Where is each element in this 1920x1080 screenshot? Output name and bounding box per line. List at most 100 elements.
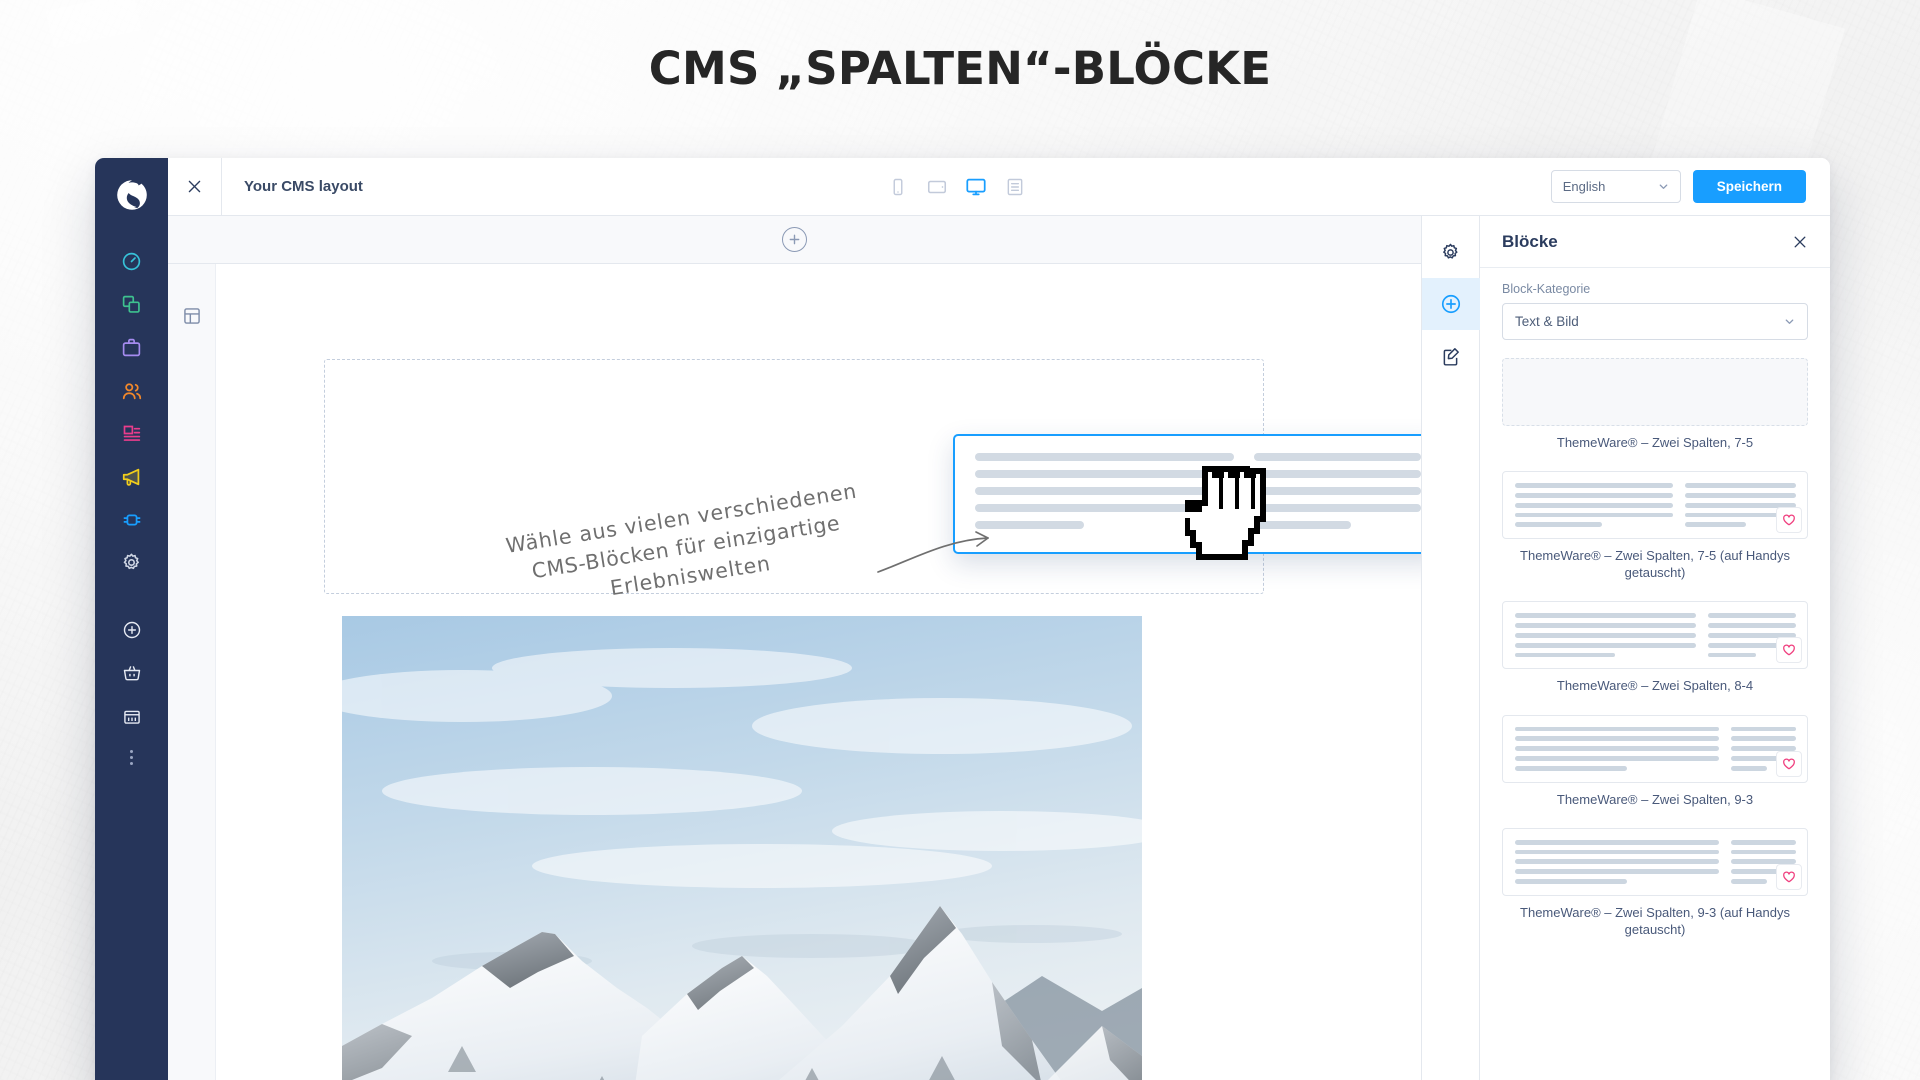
placeholder-line bbox=[1253, 487, 1421, 495]
placeholder-line bbox=[1253, 470, 1421, 478]
placeholder-line bbox=[1515, 849, 1720, 855]
canvas-add-section-strip bbox=[168, 216, 1421, 264]
preview-column-left bbox=[1515, 613, 1697, 658]
placeholder-line bbox=[1515, 859, 1720, 865]
block-preview[interactable] bbox=[1502, 714, 1808, 783]
placeholder-line bbox=[1515, 623, 1697, 629]
block-caption: ThemeWare® – Zwei Spalten, 7-5 bbox=[1556, 435, 1754, 450]
block-caption: ThemeWare® – Zwei Spalten, 7-5 (auf Hand… bbox=[1520, 548, 1790, 581]
placeholder-line bbox=[1515, 613, 1697, 619]
blocks-panel: Blöcke Block-Kategorie Text & Bild Theme… bbox=[1480, 216, 1830, 1080]
close-icon[interactable] bbox=[168, 158, 222, 216]
selected-two-column-block[interactable] bbox=[953, 434, 1421, 554]
layout-panel-icon[interactable] bbox=[182, 306, 202, 1080]
plus-circle-icon[interactable] bbox=[782, 227, 807, 252]
chevron-down-icon bbox=[1785, 319, 1794, 324]
preview-column-left bbox=[1515, 726, 1720, 771]
main-column: Your CMS layout English Speichern Wähle … bbox=[168, 158, 1830, 1080]
topbar-actions: English Speichern bbox=[1550, 170, 1830, 203]
placeholder-line bbox=[1515, 839, 1720, 845]
block-preview[interactable] bbox=[1502, 471, 1808, 540]
placeholder-line bbox=[1731, 839, 1796, 845]
favorite-heart-button[interactable] bbox=[1776, 750, 1802, 777]
sidebar-item-orders[interactable] bbox=[109, 326, 155, 369]
chevron-down-icon bbox=[1659, 184, 1668, 189]
placeholder-line bbox=[1708, 623, 1796, 629]
placeholder-line bbox=[1731, 849, 1796, 855]
placeholder-line bbox=[1515, 483, 1673, 488]
edit-layout-icon[interactable] bbox=[1422, 330, 1480, 382]
sidebar-item-dashboard[interactable] bbox=[109, 240, 155, 283]
settings-gear-icon[interactable] bbox=[1422, 226, 1480, 278]
placeholder-line bbox=[975, 521, 1084, 529]
sidebar-item-extensions[interactable] bbox=[109, 498, 155, 541]
sidebar-item-content[interactable] bbox=[109, 412, 155, 455]
block-caption: ThemeWare® – Zwei Spalten, 9-3 (auf Hand… bbox=[1520, 904, 1790, 937]
language-value: English bbox=[1562, 179, 1606, 194]
cms-layout-title: Your CMS layout bbox=[244, 178, 363, 195]
sidebar-action-add[interactable] bbox=[109, 608, 155, 651]
placeholder-line bbox=[1684, 492, 1796, 498]
blocks-list[interactable]: ThemeWare® – Zwei Spalten, 7-5 ThemeWare®… bbox=[1480, 350, 1830, 1080]
placeholder-line bbox=[1515, 736, 1720, 742]
placeholder-line bbox=[1515, 633, 1697, 638]
placeholder-line bbox=[1515, 746, 1720, 752]
close-icon[interactable] bbox=[1792, 234, 1808, 250]
block-column-left bbox=[975, 453, 1234, 535]
device-mobile-icon[interactable] bbox=[882, 171, 914, 203]
placeholder-line bbox=[1515, 756, 1720, 761]
device-list-icon[interactable] bbox=[999, 171, 1031, 203]
placeholder-line bbox=[1684, 483, 1796, 488]
canvas-scroll-area[interactable]: Wähle aus vielen verschiedenen CMS-Blöck… bbox=[216, 264, 1421, 1080]
sidebar-action-more[interactable] bbox=[109, 737, 155, 777]
admin-sidebar-rail bbox=[95, 158, 168, 1080]
favorite-heart-button[interactable] bbox=[1776, 637, 1802, 664]
block-category-value: Text & Bild bbox=[1515, 314, 1579, 329]
placeholder-line bbox=[1515, 652, 1615, 658]
page-title: CMS „SPALTEN“-BLÖCKE bbox=[648, 42, 1272, 95]
block-list-item[interactable]: ThemeWare® – Zwei Spalten, 7-5 bbox=[1502, 358, 1808, 451]
placeholder-line bbox=[1515, 642, 1697, 648]
save-button[interactable]: Speichern bbox=[1692, 170, 1806, 203]
block-list-item[interactable]: ThemeWare® – Zwei Spalten, 8-4 bbox=[1502, 601, 1808, 694]
placeholder-line bbox=[1708, 613, 1796, 619]
placeholder-line bbox=[1515, 726, 1720, 732]
block-list-item[interactable]: ThemeWare® – Zwei Spalten, 7-5 (auf Hand… bbox=[1502, 471, 1808, 581]
language-select[interactable]: English bbox=[1550, 170, 1681, 203]
editor-body: Wähle aus vielen verschiedenen CMS-Blöck… bbox=[168, 216, 1830, 1080]
placeholder-line bbox=[1731, 726, 1796, 732]
block-category-label: Block-Kategorie bbox=[1502, 282, 1591, 296]
block-preview[interactable] bbox=[1502, 601, 1808, 670]
placeholder-line bbox=[1731, 736, 1796, 742]
placeholder-line bbox=[1515, 512, 1673, 518]
mountain-photo bbox=[342, 616, 1142, 1080]
block-preview[interactable] bbox=[1502, 358, 1808, 426]
device-preview-toggles bbox=[882, 171, 1031, 203]
shopware-logo[interactable] bbox=[109, 172, 155, 218]
heart-icon bbox=[1783, 758, 1795, 770]
placeholder-line bbox=[1684, 522, 1746, 528]
cms-canvas: Wähle aus vielen verschiedenen CMS-Blöck… bbox=[168, 216, 1422, 1080]
sidebar-item-catalogues[interactable] bbox=[109, 283, 155, 326]
sidebar-item-customers[interactable] bbox=[109, 369, 155, 412]
placeholder-line bbox=[1708, 652, 1757, 658]
placeholder-line bbox=[1515, 492, 1673, 498]
blocks-panel-header: Blöcke bbox=[1480, 216, 1830, 268]
favorite-heart-button[interactable] bbox=[1776, 863, 1802, 890]
placeholder-line bbox=[975, 470, 1234, 478]
block-list-item[interactable]: ThemeWare® – Zwei Spalten, 9-3 (auf Hand… bbox=[1502, 827, 1808, 938]
sidebar-action-basket[interactable] bbox=[109, 651, 155, 694]
device-desktop-icon[interactable] bbox=[960, 171, 992, 203]
block-list-item[interactable]: ThemeWare® – Zwei Spalten, 9-3 bbox=[1502, 714, 1808, 808]
sidebar-action-storefront[interactable] bbox=[109, 694, 155, 737]
add-block-icon[interactable] bbox=[1421, 278, 1480, 330]
placeholder-line bbox=[1253, 504, 1421, 512]
sidebar-item-settings[interactable] bbox=[109, 541, 155, 584]
favorite-heart-button[interactable] bbox=[1776, 507, 1802, 534]
block-preview[interactable] bbox=[1502, 827, 1808, 896]
editor-tools-rail bbox=[1421, 216, 1480, 1080]
block-category-select[interactable]: Text & Bild bbox=[1502, 303, 1808, 340]
sidebar-item-marketing[interactable] bbox=[109, 455, 155, 498]
device-tablet-icon[interactable] bbox=[921, 171, 953, 203]
heart-icon bbox=[1783, 514, 1795, 526]
